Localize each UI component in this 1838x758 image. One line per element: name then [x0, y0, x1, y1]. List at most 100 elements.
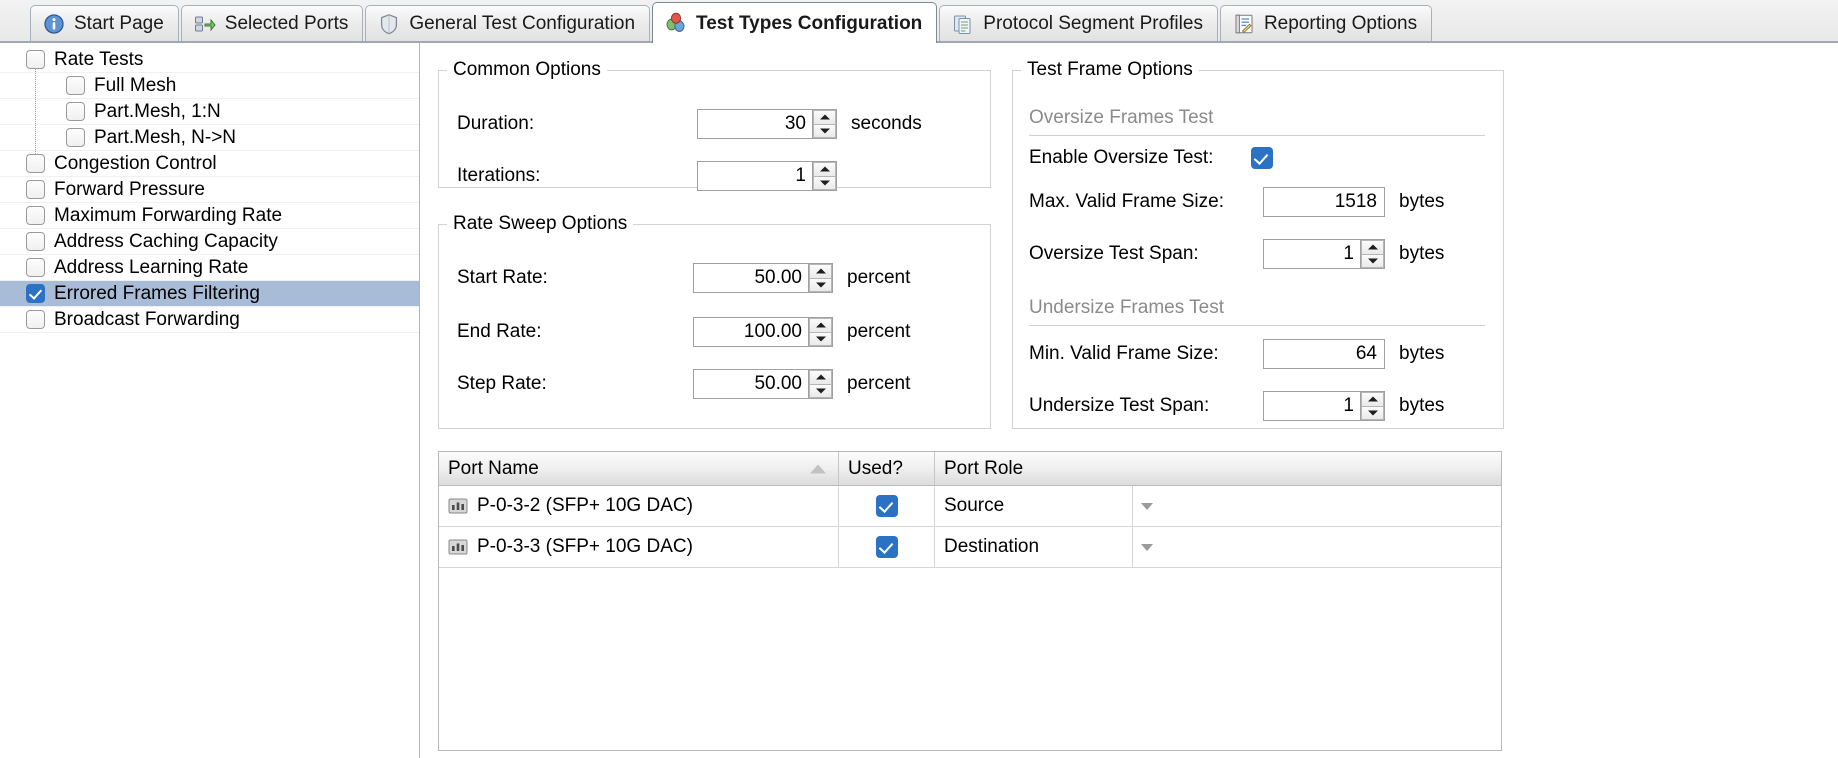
undersize-test-span-spinner[interactable] — [1360, 392, 1384, 420]
tree-item-part-mesh-nn[interactable]: Part.Mesh, N->N — [0, 125, 419, 151]
column-header-port-name[interactable]: Port Name — [439, 452, 839, 485]
step-rate-unit: percent — [847, 373, 911, 394]
tree-item-address-learning-rate[interactable]: Address Learning Rate — [0, 255, 419, 281]
table-row[interactable]: P-0-3-3 (SFP+ 10G DAC) Destination — [439, 527, 1501, 568]
documents-icon — [952, 13, 974, 35]
column-header-port-role[interactable]: Port Role — [935, 452, 1161, 485]
used-checkbox[interactable] — [875, 495, 898, 517]
table-header-row: Port Name Used? Port Role — [439, 452, 1501, 486]
tree-item-maximum-forwarding-rate[interactable]: Maximum Forwarding Rate — [0, 203, 419, 229]
chevron-down-icon[interactable] — [1132, 527, 1161, 567]
report-icon — [1233, 13, 1255, 35]
spinner-down-button[interactable] — [813, 124, 836, 138]
tree-item-part-mesh-1n[interactable]: Part.Mesh, 1:N — [0, 99, 419, 125]
tree-checkbox[interactable] — [66, 102, 85, 121]
tab-start-page[interactable]: Start Page — [30, 5, 179, 41]
tree-item-forward-pressure[interactable]: Forward Pressure — [0, 177, 419, 203]
port-role-table[interactable]: Port Name Used? Port Role P-0-3-2 (SFP+ … — [438, 451, 1502, 751]
end-rate-unit: percent — [847, 321, 911, 342]
tree-item-full-mesh[interactable]: Full Mesh — [0, 73, 419, 99]
tab-label: General Test Configuration — [409, 13, 636, 34]
step-rate-value: 50.00 — [694, 370, 808, 398]
spinner-down-button[interactable] — [1361, 254, 1384, 268]
column-header-used[interactable]: Used? — [839, 452, 935, 485]
cell-port-role[interactable]: Destination — [935, 527, 1161, 567]
port-role-select[interactable]: Source — [944, 486, 1161, 526]
undersize-test-span-input[interactable]: 1 — [1263, 391, 1385, 421]
start-rate-spinner[interactable] — [808, 264, 832, 292]
spinner-down-button[interactable] — [1361, 406, 1384, 420]
cell-port-role[interactable]: Source — [935, 486, 1161, 526]
tab-label: Reporting Options — [1263, 13, 1418, 34]
oversize-section-rule — [1029, 135, 1485, 136]
max-valid-frame-size-input[interactable]: 1518 — [1263, 187, 1385, 217]
duration-label: Duration: — [457, 113, 535, 134]
step-rate-input[interactable]: 50.00 — [693, 369, 833, 399]
spinner-up-button[interactable] — [813, 162, 836, 177]
tab-protocol-segment-profiles[interactable]: Protocol Segment Profiles — [939, 5, 1218, 41]
tree-checkbox[interactable] — [26, 310, 45, 329]
start-rate-input[interactable]: 50.00 — [693, 263, 833, 293]
oversize-test-span-spinner[interactable] — [1360, 240, 1384, 268]
tab-label: Selected Ports — [224, 13, 349, 34]
tree-checkbox[interactable] — [26, 50, 45, 69]
start-rate-label: Start Rate: — [457, 267, 548, 288]
tree-checkbox[interactable] — [26, 284, 45, 303]
tree-checkbox[interactable] — [26, 232, 45, 251]
tree-item-address-caching-capacity[interactable]: Address Caching Capacity — [0, 229, 419, 255]
spinner-down-button[interactable] — [809, 384, 832, 398]
undersize-frames-test-header: Undersize Frames Test — [1029, 297, 1224, 318]
spinner-up-button[interactable] — [1361, 392, 1384, 407]
oversize-test-span-input[interactable]: 1 — [1263, 239, 1385, 269]
spinner-down-button[interactable] — [809, 278, 832, 292]
table-row[interactable]: P-0-3-2 (SFP+ 10G DAC) Source — [439, 486, 1501, 527]
min-valid-frame-size-input[interactable]: 64 — [1263, 339, 1385, 369]
spinner-up-button[interactable] — [809, 318, 832, 333]
tree-checkbox[interactable] — [66, 76, 85, 95]
undersize-test-span-row: Undersize Test Span: 1 bytes — [1029, 391, 1444, 421]
spinner-down-button[interactable] — [809, 332, 832, 346]
oversize-frames-test-header: Oversize Frames Test — [1029, 107, 1214, 128]
column-label: Used? — [848, 457, 903, 479]
max-valid-frame-size-row: Max. Valid Frame Size: 1518 bytes — [1029, 187, 1444, 217]
iterations-input[interactable]: 1 — [697, 161, 837, 191]
undersize-test-span-value: 1 — [1264, 392, 1360, 420]
tree-item-congestion-control[interactable]: Congestion Control — [0, 151, 419, 177]
spinner-up-button[interactable] — [809, 370, 832, 385]
tab-selected-ports[interactable]: Selected Ports — [180, 5, 364, 41]
tab-general-test-configuration[interactable]: General Test Configuration — [365, 5, 651, 41]
cell-port-name: P-0-3-2 (SFP+ 10G DAC) — [439, 486, 839, 526]
used-checkbox[interactable] — [875, 536, 898, 558]
end-rate-spinner[interactable] — [808, 318, 832, 346]
tree-checkbox[interactable] — [66, 128, 85, 147]
tree-item-broadcast-forwarding[interactable]: Broadcast Forwarding — [0, 307, 419, 333]
chevron-down-icon[interactable] — [1132, 486, 1161, 526]
spinner-up-button[interactable] — [809, 264, 832, 279]
test-types-icon — [665, 12, 687, 34]
tab-test-types-configuration[interactable]: Test Types Configuration — [652, 2, 938, 43]
test-type-tree[interactable]: Rate Tests Full Mesh Part.Mesh, 1:N Part… — [0, 43, 420, 758]
duration-spinner[interactable] — [812, 110, 836, 138]
spinner-up-button[interactable] — [813, 110, 836, 125]
tab-reporting-options[interactable]: Reporting Options — [1219, 5, 1433, 41]
tab-label: Test Types Configuration — [696, 12, 923, 34]
rate-sweep-options-legend: Rate Sweep Options — [453, 213, 628, 234]
tree-item-label: Maximum Forwarding Rate — [54, 205, 283, 226]
enable-oversize-test-checkbox[interactable] — [1251, 147, 1273, 169]
step-rate-spinner[interactable] — [808, 370, 832, 398]
tree-item-errored-frames-filtering[interactable]: Errored Frames Filtering — [0, 281, 419, 307]
tree-item-rate-tests[interactable]: Rate Tests — [0, 47, 419, 73]
tree-checkbox[interactable] — [26, 180, 45, 199]
iterations-spinner[interactable] — [812, 162, 836, 190]
duration-input[interactable]: 30 — [697, 109, 837, 139]
tab-label: Start Page — [74, 13, 164, 34]
tree-checkbox[interactable] — [26, 258, 45, 277]
tab-label: Protocol Segment Profiles — [983, 13, 1203, 34]
tree-checkbox[interactable] — [26, 206, 45, 225]
end-rate-input[interactable]: 100.00 — [693, 317, 833, 347]
tree-checkbox[interactable] — [26, 154, 45, 173]
port-role-select[interactable]: Destination — [944, 527, 1161, 567]
spinner-up-button[interactable] — [1361, 240, 1384, 255]
tree-item-label: Full Mesh — [94, 75, 177, 96]
spinner-down-button[interactable] — [813, 176, 836, 190]
